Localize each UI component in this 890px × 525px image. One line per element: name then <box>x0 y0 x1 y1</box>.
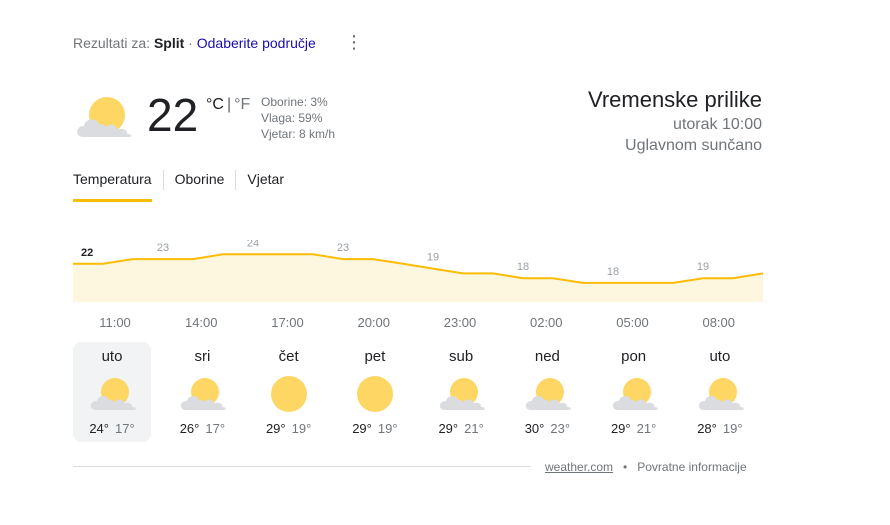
time-tick-label: 11:00 <box>99 315 131 330</box>
day-high: 29° <box>438 421 459 436</box>
precipitation-text: Oborine: 3% <box>261 95 328 109</box>
tab-divider <box>162 170 164 190</box>
day-name: uto <box>101 348 123 365</box>
time-tick-label: 20:00 <box>357 315 391 330</box>
day-high: 24° <box>89 421 109 436</box>
time-tick-label: 05:00 <box>616 315 649 330</box>
day-high: 26° <box>179 421 200 436</box>
day-name: pon <box>621 348 647 365</box>
chart-data-label: 22 <box>81 247 93 259</box>
chart-data-label: 23 <box>337 242 349 254</box>
time-tick-label: 02:00 <box>529 315 563 330</box>
partly-cloudy-icon <box>610 375 658 413</box>
day-high-low: 28° 19° <box>677 421 763 436</box>
day-card[interactable]: uto 24° 17° <box>73 342 151 442</box>
chart-data-label: 19 <box>697 261 709 273</box>
day-low: 17° <box>205 421 226 436</box>
tab-wind[interactable]: Vjetar <box>247 170 284 199</box>
day-card[interactable]: sri 26° 17° <box>159 342 245 442</box>
summary-time: utorak 10:00 <box>673 116 762 133</box>
time-axis: 11:00 14:00 17:00 20:00 23:00 02:00 05:00 08:00 <box>73 315 763 333</box>
partly-cloudy-icon <box>696 375 744 413</box>
day-name: sri <box>194 348 211 365</box>
results-header: Rezultati za: Split · Odaberite područje <box>73 35 316 51</box>
footer-divider <box>73 466 531 467</box>
unit-celsius[interactable]: °C <box>206 96 224 113</box>
change-area-link[interactable]: Odaberite područje <box>197 35 316 51</box>
tab-precipitation[interactable]: Oborine <box>175 170 225 199</box>
wind-text: Vjetar: 8 km/h <box>261 127 336 141</box>
chart-data-label: 24 <box>247 240 259 249</box>
sunny-icon <box>265 375 313 413</box>
partly-cloudy-icon <box>178 375 227 413</box>
footer-bullet: • <box>623 460 628 474</box>
partly-cloudy-icon <box>88 375 136 413</box>
summary-title: Vremenske prilike <box>587 87 762 112</box>
weather-summary: Vremenske prilike utorak 10:00 Uglavnom … <box>588 86 762 156</box>
chart-tabs: Temperatura Oborine Vjetar <box>73 170 284 202</box>
daily-forecast: uto 24° 17° sri 26° 17° čet 29° 19° pet 29° 19° sub 2… <box>73 342 763 442</box>
day-low: 19° <box>722 421 743 436</box>
temperature-chart: 22 23 24 23 19 18 18 19 <box>73 240 763 302</box>
day-low: 23° <box>550 421 571 436</box>
day-name: ned <box>534 348 560 365</box>
day-card[interactable]: uto 28° 19° <box>677 342 763 442</box>
city-name: Split <box>153 35 185 51</box>
day-low: 21° <box>636 421 657 436</box>
day-low: 19° <box>291 421 312 436</box>
summary-condition: Uglavnom sunčano <box>625 137 762 154</box>
unit-separator: | <box>226 96 232 113</box>
day-high: 28° <box>697 421 717 436</box>
partly-cloudy-icon <box>77 97 132 137</box>
current-temperature: 22 <box>147 89 199 141</box>
footer: weather.com • Povratne informacije <box>545 460 747 474</box>
current-details: Oborine: 3% Vlaga: 59% Vjetar: 8 km/h <box>261 94 335 142</box>
chart-data-label: 23 <box>157 242 169 254</box>
day-name: sub <box>449 348 474 365</box>
day-card[interactable]: čet 29° 19° <box>246 342 332 442</box>
day-card[interactable]: sub 29° 21° <box>418 342 504 442</box>
day-card[interactable]: pet 29° 19° <box>332 342 418 442</box>
day-high: 29° <box>265 421 286 436</box>
day-high-low: 30° 23° <box>504 421 590 436</box>
source-link[interactable]: weather.com <box>545 460 613 474</box>
day-high-low: 29° 21° <box>591 421 677 436</box>
day-card[interactable]: ned 30° 23° <box>504 342 590 442</box>
day-low: 21° <box>464 421 484 436</box>
time-tick-label: 14:00 <box>184 315 218 330</box>
unit-switcher: °C | °F <box>206 96 250 114</box>
day-high-low: 26° 17° <box>159 421 245 436</box>
day-high: 29° <box>610 421 631 436</box>
time-tick-label: 17:00 <box>271 315 304 330</box>
temperature-area <box>73 254 763 302</box>
feedback-link[interactable]: Povratne informacije <box>637 460 746 474</box>
separator-dot: · <box>188 35 193 51</box>
unit-fahrenheit[interactable]: °F <box>234 96 250 113</box>
day-low: 17° <box>115 421 135 436</box>
day-high: 30° <box>524 421 545 436</box>
chart-data-label: 19 <box>427 252 439 264</box>
day-high-low: 29° 21° <box>418 421 504 436</box>
tab-divider <box>235 170 237 190</box>
humidity-text: Vlaga: 59% <box>261 111 323 125</box>
day-card[interactable]: pon 29° 21° <box>591 342 677 442</box>
time-tick-label: 23:00 <box>443 315 477 330</box>
day-high-low: 24° 17° <box>73 421 151 436</box>
partly-cloudy-icon <box>523 375 572 413</box>
chart-data-label: 18 <box>517 261 529 273</box>
sunny-icon <box>351 375 399 413</box>
more-options-icon[interactable]: ⋮ <box>344 32 364 54</box>
partly-cloudy-icon <box>437 375 486 413</box>
day-name: pet <box>364 348 386 365</box>
tab-temperature[interactable]: Temperatura <box>73 170 152 202</box>
day-name: uto <box>709 348 731 365</box>
time-tick-label: 08:00 <box>702 315 736 330</box>
chart-data-label: 18 <box>607 266 619 278</box>
day-low: 19° <box>377 421 398 436</box>
day-high: 29° <box>352 421 372 436</box>
day-name: čet <box>278 348 299 365</box>
day-high-low: 29° 19° <box>246 421 332 436</box>
results-label: Rezultati za: <box>73 35 151 51</box>
day-high-low: 29° 19° <box>332 421 418 436</box>
